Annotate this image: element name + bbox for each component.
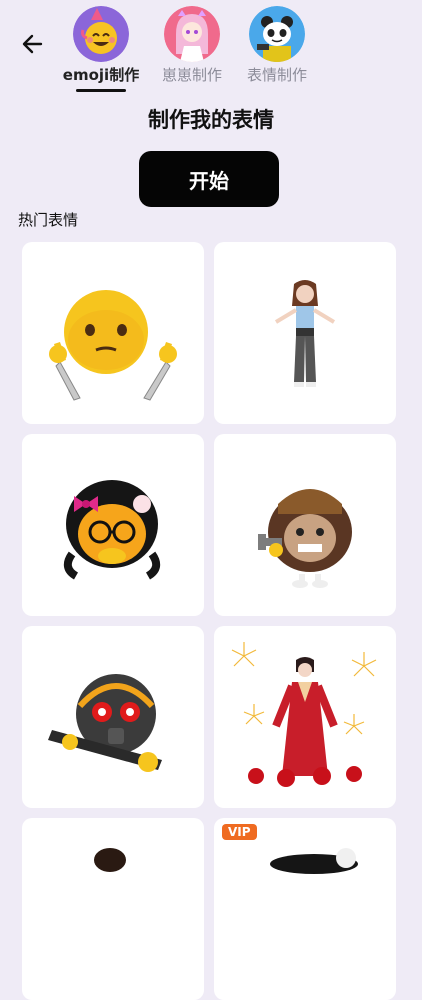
tab-biaoqing[interactable]: 表情制作 [237,6,317,85]
tab-label: 表情制作 [246,66,307,84]
anime-girl-icon [164,6,220,62]
emoji-card[interactable] [22,626,204,808]
vip-emoji-image [270,848,358,874]
fashion-girl-image [274,280,336,387]
section-label-hot: 热门表情 [18,211,79,229]
hanfu-girl-image [231,642,377,787]
emoji-card[interactable] [214,434,396,616]
back-arrow-icon[interactable] [18,30,46,58]
emoji-card[interactable] [22,818,204,1000]
top-bar: emoji制作 崽崽制作 表情制作 [0,0,422,92]
emoji-card[interactable] [214,626,396,808]
gun-character-image [258,489,352,588]
start-button[interactable]: 开始 [139,151,279,207]
page-title: 制作我的表情 [148,108,274,132]
active-tab-underline [76,89,126,92]
emoji-card[interactable] [214,242,396,424]
panda-meme-icon [249,6,305,62]
tab-label: emoji制作 [62,66,140,84]
tab-emoji[interactable]: emoji制作 [61,6,141,92]
bow-emoji-image [63,480,161,580]
emoji-card[interactable] [22,434,204,616]
emoji-card[interactable] [22,242,204,424]
emoji-card[interactable]: VIP [214,818,396,1000]
tab-zaizai[interactable]: 崽崽制作 [152,6,232,85]
knife-emoji-image [49,290,177,401]
vip-badge: VIP [222,824,257,840]
smiley-emoji-icon [73,6,129,62]
hair-emoji-image [94,848,126,872]
tab-label: 崽崽制作 [161,66,222,84]
gas-mask-emoji-image [48,674,162,772]
